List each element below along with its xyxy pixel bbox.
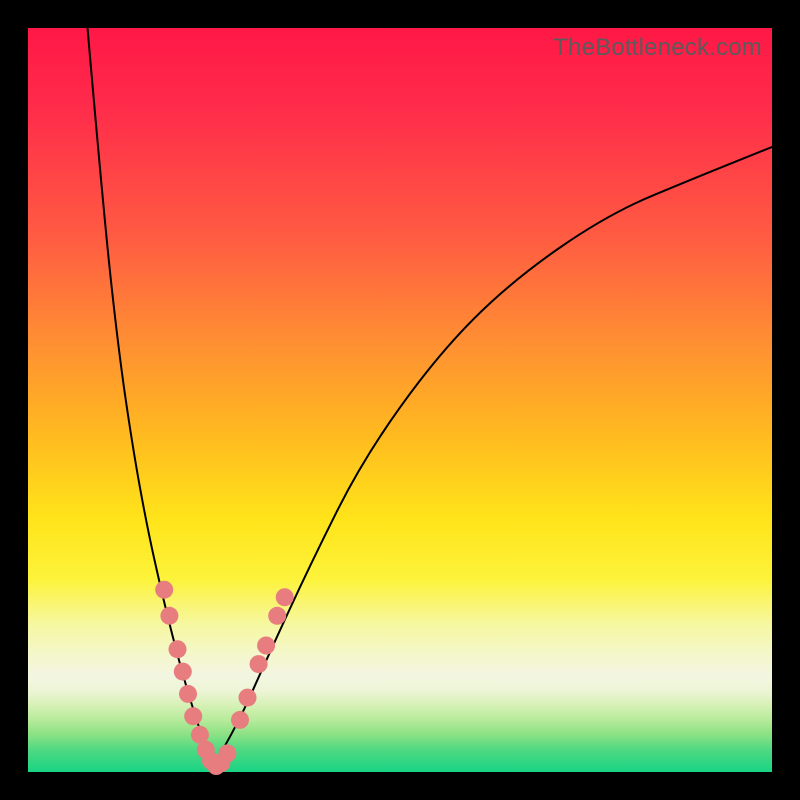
bead [231, 711, 249, 729]
bead [239, 689, 257, 707]
bead [155, 581, 173, 599]
bead [160, 607, 178, 625]
bead [184, 707, 202, 725]
plot-area: TheBottleneck.com [28, 28, 772, 772]
bead [276, 588, 294, 606]
curve-layer [28, 28, 772, 772]
curve-left-branch [88, 28, 215, 765]
bead [169, 640, 187, 658]
curve-right-branch [214, 147, 772, 765]
beads-left [155, 581, 225, 775]
bead [268, 607, 286, 625]
chart-frame: TheBottleneck.com [0, 0, 800, 800]
bead [257, 637, 275, 655]
bead [218, 744, 236, 762]
bead [179, 685, 197, 703]
bead [174, 663, 192, 681]
bead [250, 655, 268, 673]
